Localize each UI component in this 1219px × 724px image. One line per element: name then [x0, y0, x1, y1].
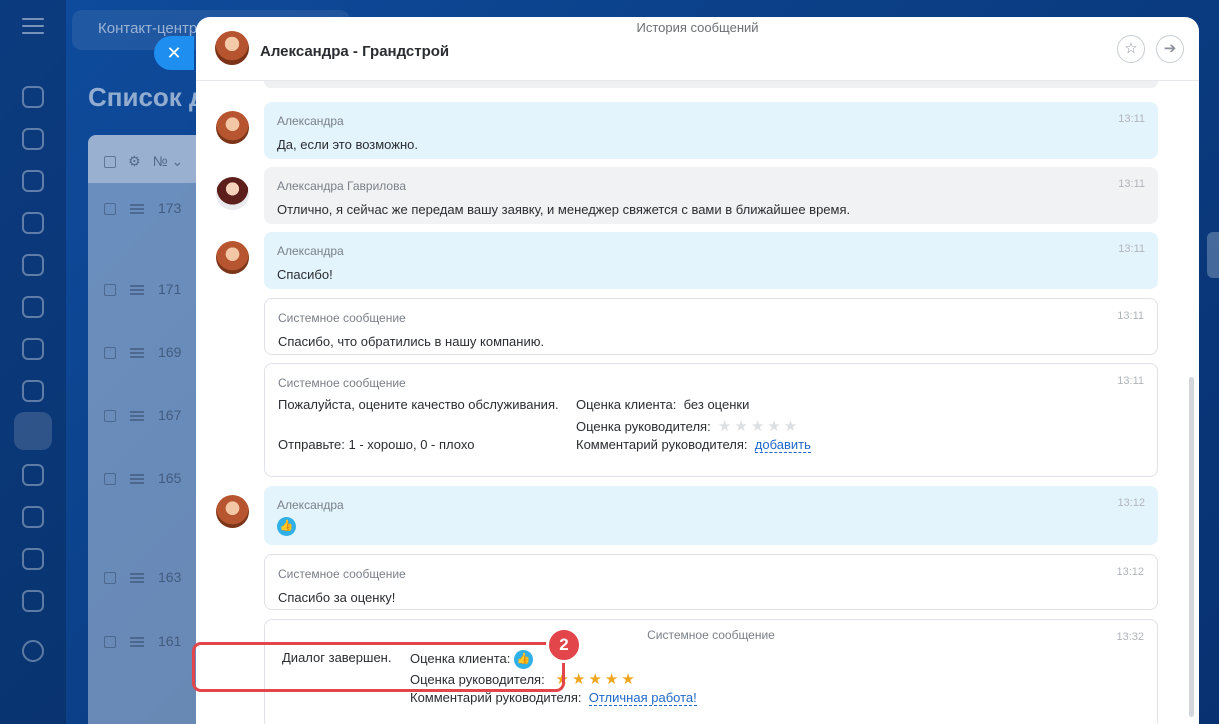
- manager-comment-label: Комментарий руководителя:: [410, 690, 582, 705]
- settings-icon[interactable]: ⚙: [128, 153, 141, 169]
- sidebar-icon[interactable]: [22, 548, 44, 570]
- table-row[interactable]: 169: [104, 344, 181, 360]
- annotation-highlight: [192, 642, 565, 692]
- star-icon: ★: [783, 418, 798, 435]
- message-time: 13:11: [1118, 178, 1145, 190]
- client-rating-label: Оценка клиента:: [576, 397, 677, 412]
- sidebar-icon[interactable]: [22, 506, 44, 528]
- star-check-icon: ☆: [1124, 40, 1138, 57]
- sidebar-active-item[interactable]: [14, 412, 52, 450]
- table-row[interactable]: 171: [104, 281, 181, 297]
- table-row[interactable]: 165: [104, 470, 181, 486]
- dialog-title: Александра - Грандстрой: [260, 43, 450, 60]
- system-message: Системное сообщение 13:12 Спасибо за оце…: [264, 554, 1158, 610]
- message-time: 13:11: [1117, 375, 1144, 387]
- sidebar-icon[interactable]: [22, 338, 44, 360]
- system-message: Системное сообщение 13:11 Спасибо, что о…: [264, 298, 1158, 355]
- message-author: Системное сообщение: [647, 628, 775, 642]
- sidebar-icon[interactable]: [22, 170, 44, 192]
- avatar: [216, 495, 249, 528]
- close-icon: ✕: [166, 43, 182, 63]
- message-bubble: Александра Гаврилова 13:11 Отлично, я се…: [264, 167, 1158, 224]
- message-time: 13:11: [1117, 310, 1144, 322]
- table-row[interactable]: 173: [104, 200, 181, 216]
- panel-header: История сообщений Александра - Грандстро…: [196, 17, 1199, 81]
- message-author: Александра: [277, 114, 344, 128]
- message-feed: Александра 13:11 Да, если это возможно. …: [196, 81, 1186, 724]
- panel-top-label: История сообщений: [636, 20, 759, 35]
- message-author: Александра Гаврилова: [277, 179, 407, 193]
- star-icon: ★: [750, 418, 765, 435]
- left-sidebar: [0, 0, 66, 724]
- message-history-panel: История сообщений Александра - Грандстро…: [196, 17, 1199, 724]
- message-bubble: Александра 13:11 Да, если это возможно.: [264, 102, 1158, 159]
- forward-arrow-icon: ➔: [1163, 40, 1177, 57]
- manager-comment-link[interactable]: Отличная работа!: [588, 690, 697, 706]
- manager-rating-label: Оценка руководителя:: [576, 419, 711, 434]
- star-icon: ★: [588, 671, 602, 688]
- thumbs-up-icon: 👍: [277, 517, 296, 536]
- client-rating-value: без оценки: [683, 397, 750, 412]
- sidebar-icon[interactable]: [22, 464, 44, 486]
- star-icon: ★: [767, 418, 781, 435]
- message-text: Спасибо!: [277, 267, 333, 282]
- message-bubble: Александра 13:11 Спасибо!: [264, 232, 1158, 289]
- sidebar-icon[interactable]: [22, 590, 44, 612]
- sidebar-icon[interactable]: [22, 254, 44, 276]
- message-time: 13:11: [1118, 243, 1145, 255]
- send-hint: Отправьте: 1 - хорошо, 0 - плохо: [278, 437, 475, 452]
- message-text: Спасибо за оценку!: [278, 590, 396, 605]
- rating-prompt: Пожалуйста, оцените качество обслуживани…: [278, 397, 559, 412]
- message-author: Александра: [277, 498, 344, 512]
- avatar: [216, 177, 249, 210]
- message-author: Системное сообщение: [278, 376, 406, 390]
- table-header: ⚙ № ⌄: [88, 135, 198, 183]
- message-time: 13:12: [1116, 566, 1144, 578]
- star-icon: ★: [734, 418, 748, 435]
- sidebar-icon[interactable]: [22, 128, 44, 150]
- table-row[interactable]: 167: [104, 407, 181, 423]
- table-row[interactable]: 163: [104, 569, 181, 585]
- manager-star-rating: ★ ★ ★ ★ ★: [556, 671, 638, 688]
- star-icon: ★: [621, 671, 635, 688]
- favorite-button[interactable]: ☆: [1117, 35, 1145, 63]
- star-icon: ★: [604, 671, 619, 688]
- rating-request-message: Системное сообщение 13:11 Пожалуйста, оц…: [264, 363, 1158, 477]
- scrollbar[interactable]: [1186, 81, 1199, 724]
- table-row[interactable]: 161: [104, 633, 181, 649]
- sidebar-icon[interactable]: [22, 212, 44, 234]
- menu-icon[interactable]: [22, 18, 44, 36]
- right-edge-tab[interactable]: [1207, 232, 1219, 278]
- sidebar-icon[interactable]: [22, 640, 44, 662]
- message-author: Александра: [277, 244, 344, 258]
- message-text: Спасибо, что обратились в нашу компанию.: [278, 334, 545, 349]
- previous-message: [264, 81, 1158, 88]
- message-time: 13:32: [1116, 631, 1144, 643]
- avatar: [216, 241, 249, 274]
- message-time: 13:11: [1118, 113, 1145, 125]
- manager-star-rating[interactable]: ★ ★ ★ ★ ★: [717, 418, 800, 435]
- message-text: Да, если это возможно.: [277, 137, 418, 152]
- forward-button[interactable]: ➔: [1156, 35, 1184, 63]
- message-time: 13:12: [1117, 497, 1145, 509]
- column-number-header[interactable]: №: [153, 153, 168, 169]
- star-icon: ★: [571, 671, 586, 688]
- scrollbar-thumb[interactable]: [1189, 377, 1194, 717]
- message-author: Системное сообщение: [278, 311, 406, 325]
- sidebar-icon[interactable]: [22, 86, 44, 108]
- annotation-badge: 2: [546, 627, 582, 663]
- manager-comment-label: Комментарий руководителя:: [576, 437, 748, 452]
- avatar: [216, 111, 249, 144]
- message-bubble: Александра 13:12 👍: [264, 486, 1158, 545]
- message-text: Отлично, я сейчас же передам вашу заявку…: [277, 202, 851, 217]
- star-icon: ★: [717, 418, 732, 435]
- close-button[interactable]: ✕: [154, 36, 194, 70]
- sidebar-icon[interactable]: [22, 296, 44, 318]
- sidebar-icon[interactable]: [22, 380, 44, 402]
- avatar: [215, 31, 249, 65]
- page-title: Список д: [88, 82, 206, 112]
- top-tab-label: Контакт-центр: [98, 20, 198, 37]
- add-comment-link[interactable]: добавить: [754, 437, 811, 453]
- message-author: Системное сообщение: [278, 567, 406, 581]
